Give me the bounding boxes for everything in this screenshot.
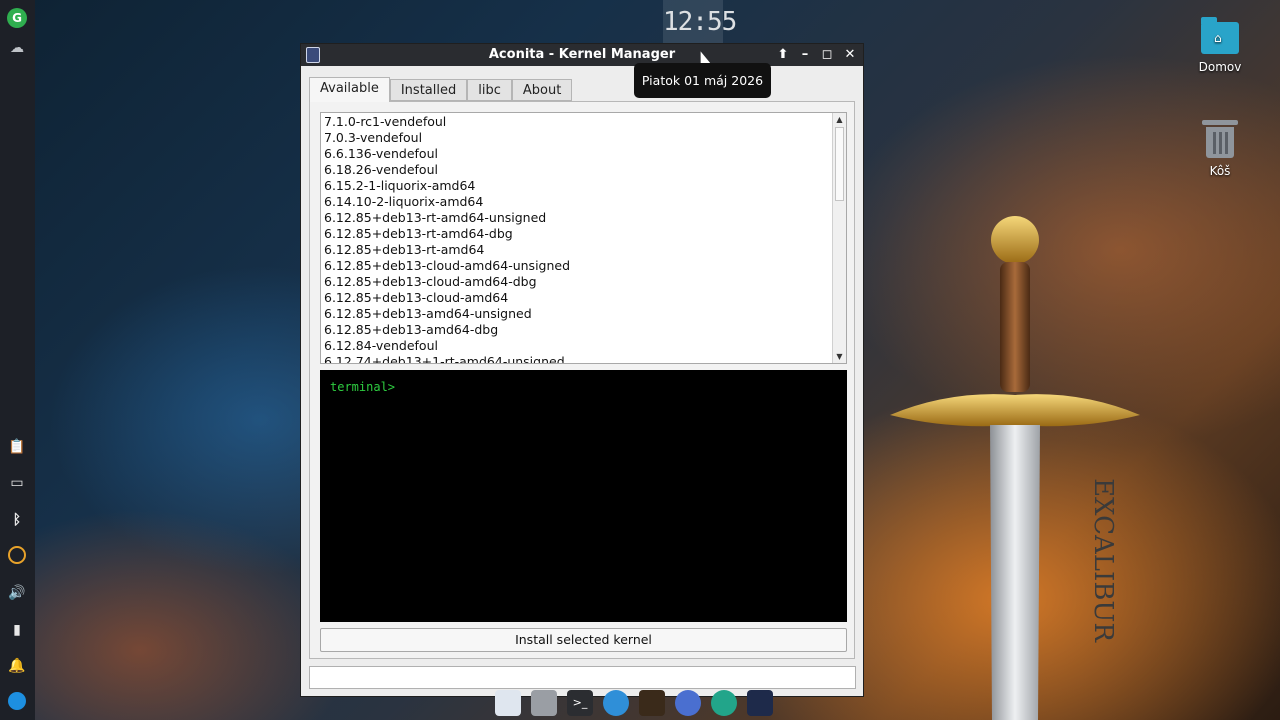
tab-bar: Available Installed libc About <box>309 77 573 102</box>
globe-icon[interactable] <box>8 692 26 710</box>
cloud-icon[interactable]: ☁ <box>7 38 27 58</box>
list-item[interactable]: 6.12.85+deb13-cloud-amd64 <box>321 290 832 306</box>
available-tab-pane: 7.1.0-rc1-vendefoul 7.0.3-vendefoul 6.6.… <box>309 101 855 659</box>
system-monitor-icon[interactable] <box>639 690 665 716</box>
list-item[interactable]: 6.12.84-vendefoul <box>321 338 832 354</box>
list-item[interactable]: 7.1.0-rc1-vendefoul <box>321 114 832 130</box>
desktop-icon-trash[interactable]: Kôš <box>1180 120 1260 178</box>
install-kernel-button[interactable]: Install selected kernel <box>320 628 847 652</box>
list-item[interactable]: 6.12.85+deb13-rt-amd64-unsigned <box>321 210 832 226</box>
tab-libc[interactable]: libc <box>467 79 512 101</box>
close-button[interactable]: ✕ <box>841 46 859 64</box>
list-item[interactable]: 6.14.10-2-liquorix-amd64 <box>321 194 832 210</box>
camera-icon[interactable] <box>711 690 737 716</box>
desktop-icon-label: Domov <box>1198 60 1242 74</box>
scroll-up-arrow-icon[interactable]: ▲ <box>833 113 846 126</box>
maximize-button[interactable]: ◻ <box>818 46 836 64</box>
list-item[interactable]: 6.6.136-vendefoul <box>321 146 832 162</box>
list-item[interactable]: 6.18.26-vendefoul <box>321 162 832 178</box>
dock: >_ <box>490 686 790 720</box>
wallpaper-sword: EXCALIBUR <box>890 216 1140 720</box>
scroll-thumb[interactable] <box>835 127 844 201</box>
browser-icon[interactable] <box>603 690 629 716</box>
list-item[interactable]: 6.15.2-1-liquorix-amd64 <box>321 178 832 194</box>
network-icon[interactable]: ▭ <box>7 473 27 493</box>
terminal-icon[interactable]: >_ <box>567 690 593 716</box>
update-icon[interactable]: G <box>7 8 27 28</box>
kernel-manager-window: Aconita - Kernel Manager ⬆ – ◻ ✕ Availab… <box>300 43 864 697</box>
trash-icon <box>1202 120 1238 158</box>
keep-above-button[interactable]: ⬆ <box>774 46 792 64</box>
titlebar[interactable]: Aconita - Kernel Manager ⬆ – ◻ ✕ <box>301 44 863 66</box>
list-item[interactable]: 6.12.74+deb13+1-rt-amd64-unsigned <box>321 354 832 363</box>
home-folder-icon: ⌂ <box>1201 17 1239 54</box>
kernel-manager-dock-icon[interactable] <box>747 690 773 716</box>
date-tooltip: Piatok 01 máj 2026 <box>634 63 771 98</box>
bluetooth-icon[interactable]: ᛒ <box>7 510 27 530</box>
excalibur-text: EXCALIBUR <box>1088 478 1118 643</box>
list-item[interactable]: 6.12.85+deb13-rt-amd64-dbg <box>321 226 832 242</box>
list-item[interactable]: 6.12.85+deb13-amd64-unsigned <box>321 306 832 322</box>
redshift-icon[interactable] <box>8 546 26 564</box>
scroll-down-arrow-icon[interactable]: ▼ <box>833 350 846 363</box>
volume-icon[interactable]: 🔊 <box>7 583 27 603</box>
desktop-icon-label: Kôš <box>1209 164 1231 178</box>
list-item[interactable]: 7.0.3-vendefoul <box>321 130 832 146</box>
list-item[interactable]: 6.12.85+deb13-cloud-amd64-dbg <box>321 274 832 290</box>
kernel-list[interactable]: 7.1.0-rc1-vendefoul 7.0.3-vendefoul 6.6.… <box>320 112 847 364</box>
list-scrollbar[interactable]: ▲ ▼ <box>832 113 846 363</box>
terminal-output[interactable]: terminal> <box>320 370 847 622</box>
terminal-prompt: terminal> <box>330 380 396 394</box>
clipboard-icon[interactable]: 📋 <box>7 437 27 457</box>
disk-utility-icon[interactable] <box>495 690 521 716</box>
battery-icon[interactable]: ▮ <box>7 620 27 640</box>
minimize-button[interactable]: – <box>796 46 814 64</box>
list-item[interactable]: 6.12.85+deb13-rt-amd64 <box>321 242 832 258</box>
file-manager-icon[interactable] <box>531 690 557 716</box>
notification-bell-icon[interactable]: 🔔 <box>7 656 27 676</box>
tab-available[interactable]: Available <box>309 77 390 102</box>
left-panel: G ☁ 📋 ▭ ᛒ 🔊 ▮ 🔔 <box>0 0 35 720</box>
list-item[interactable]: 6.12.85+deb13-cloud-amd64-unsigned <box>321 258 832 274</box>
list-item[interactable]: 6.12.85+deb13-amd64-dbg <box>321 322 832 338</box>
tab-installed[interactable]: Installed <box>389 79 468 101</box>
theme-app-icon[interactable] <box>675 690 701 716</box>
desktop-icon-home[interactable]: ⌂ Domov <box>1180 17 1260 74</box>
tab-about[interactable]: About <box>511 79 573 101</box>
